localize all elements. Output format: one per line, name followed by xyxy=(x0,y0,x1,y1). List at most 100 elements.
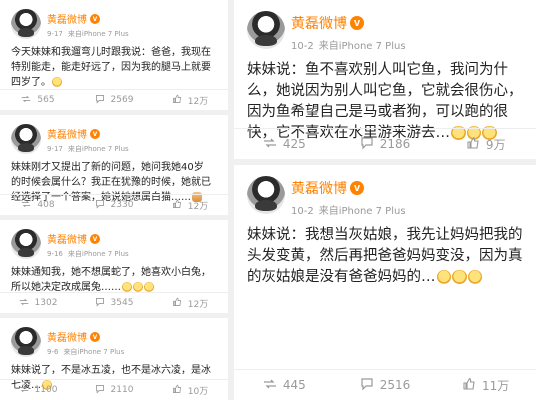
weibo-post[interactable]: 黄磊微博 v 10-2 来自iPhone 7 Plus 妹妹说：鱼不喜欢别人叫它鱼… xyxy=(234,0,536,159)
comment-icon xyxy=(95,199,111,212)
wink-emoji xyxy=(436,269,451,285)
user-name[interactable]: 黄磊微博 v xyxy=(47,231,129,246)
user-name-text[interactable]: 黄磊微博 xyxy=(291,13,347,33)
avatar[interactable] xyxy=(247,176,285,214)
grin-emoji xyxy=(144,282,154,292)
post-header: 黄磊微博 v 10-2 来自iPhone 7 Plus xyxy=(247,176,523,217)
comment-button[interactable]: 2330 xyxy=(76,195,152,215)
like-count: 12万 xyxy=(187,299,209,310)
repost-icon xyxy=(19,297,35,310)
post-date: 10-2 xyxy=(291,206,314,217)
repost-count: 425 xyxy=(282,137,306,151)
user-name[interactable]: 黄磊微博 v xyxy=(291,13,406,33)
grin-emoji xyxy=(133,282,143,292)
repost-icon xyxy=(21,199,37,212)
post-meta: 9-17 来自iPhone 7 Plus xyxy=(47,144,129,154)
comment-count: 2186 xyxy=(379,137,411,151)
user-name[interactable]: 黄磊微博 v xyxy=(47,126,129,141)
like-button[interactable]: 12万 xyxy=(152,293,228,313)
comment-button[interactable]: 3545 xyxy=(76,293,152,313)
post-header: 黄磊微博 v 9-16 来自iPhone 7 Plus xyxy=(11,229,217,259)
post-header: 黄磊微博 v 9-6 来自iPhone 7 Plus xyxy=(11,327,217,357)
avatar[interactable] xyxy=(11,124,41,154)
weibo-post[interactable]: 黄磊微博 v 9-17 来自iPhone 7 Plus 今天妹妹和我遛弯儿时跟我说… xyxy=(0,0,228,110)
repost-button[interactable]: 408 xyxy=(0,195,76,215)
user-name[interactable]: 黄磊微博 v xyxy=(47,11,129,26)
like-button[interactable]: 12万 xyxy=(152,195,228,215)
repost-count: 445 xyxy=(282,378,306,392)
comment-icon xyxy=(360,377,380,394)
post-actions: 1100 2110 10万 xyxy=(0,379,228,400)
repost-button[interactable]: 565 xyxy=(0,90,76,110)
comment-button[interactable]: 2516 xyxy=(335,370,436,400)
like-button[interactable]: 10万 xyxy=(152,380,228,400)
comment-button[interactable]: 2569 xyxy=(76,90,152,110)
weibo-post[interactable]: 黄磊微博 v 9-16 来自iPhone 7 Plus 妹妹通知我，她不想属蛇了，… xyxy=(0,220,228,313)
post-date: 9-16 xyxy=(47,250,63,258)
repost-button[interactable]: 425 xyxy=(234,129,335,159)
repost-button[interactable]: 445 xyxy=(234,370,335,400)
user-name-text[interactable]: 黄磊微博 xyxy=(47,329,87,344)
post-meta: 9-17 来自iPhone 7 Plus xyxy=(47,29,129,39)
post-source: 来自iPhone 7 Plus xyxy=(318,41,406,52)
like-count: 11万 xyxy=(482,378,510,393)
repost-icon xyxy=(19,384,35,397)
like-icon xyxy=(172,384,188,397)
like-icon xyxy=(462,377,482,394)
verified-icon: v xyxy=(90,128,100,139)
user-name-text[interactable]: 黄磊微博 xyxy=(47,126,87,141)
post-actions: 408 2330 12万 xyxy=(0,194,228,215)
user-name[interactable]: 黄磊微博 v xyxy=(291,178,406,198)
weibo-post[interactable]: 黄磊微博 v 9-6 来自iPhone 7 Plus 妹妹说了，不是冰五凌，也不是… xyxy=(0,318,228,400)
repost-icon xyxy=(263,377,283,394)
user-name-text[interactable]: 黄磊微博 xyxy=(291,178,347,198)
repost-button[interactable]: 1100 xyxy=(0,380,76,400)
wink-emoji xyxy=(467,269,482,285)
repost-count: 1302 xyxy=(34,298,58,308)
like-count: 12万 xyxy=(187,96,209,107)
weibo-post[interactable]: 黄磊微博 v 9-17 来自iPhone 7 Plus 妹妹刚才又提出了新的问题，… xyxy=(0,115,228,215)
post-text: 今天妹妹和我遛弯儿时跟我说：爸爸，我现在特别能走，能走好远了，因为我的腿马上就要… xyxy=(11,45,211,90)
like-count: 12万 xyxy=(187,201,209,212)
user-name-text[interactable]: 黄磊微博 xyxy=(47,231,87,246)
post-date: 9-17 xyxy=(47,30,63,38)
repost-count: 1100 xyxy=(34,385,58,395)
post-source: 来自iPhone 7 Plus xyxy=(67,145,129,153)
like-icon xyxy=(172,199,188,212)
like-count: 10万 xyxy=(187,386,209,397)
like-button[interactable]: 9万 xyxy=(435,129,536,159)
verified-icon: v xyxy=(90,233,100,244)
comment-count: 2516 xyxy=(379,378,411,392)
post-actions: 425 2186 9万 xyxy=(234,128,536,159)
repost-icon xyxy=(21,94,37,107)
post-header: 黄磊微博 v 9-17 来自iPhone 7 Plus xyxy=(11,124,217,154)
comment-button[interactable]: 2186 xyxy=(335,129,436,159)
post-date: 10-2 xyxy=(291,41,314,52)
repost-button[interactable]: 1302 xyxy=(0,293,76,313)
avatar[interactable] xyxy=(11,327,41,357)
like-button[interactable]: 11万 xyxy=(435,370,536,400)
avatar[interactable] xyxy=(247,11,285,49)
post-text-content: 今天妹妹和我遛弯儿时跟我说：爸爸，我现在特别能走，能走好远了，因为我的腿马上就要… xyxy=(11,47,211,88)
comment-count: 2569 xyxy=(110,95,134,105)
post-header: 黄磊微博 v 10-2 来自iPhone 7 Plus xyxy=(247,11,523,52)
avatar[interactable] xyxy=(11,9,41,39)
verified-icon: v xyxy=(90,331,100,342)
comment-count: 3545 xyxy=(110,298,134,308)
post-text: 妹妹通知我，她不想属蛇了，她喜欢小白兔，所以她决定改成属兔…… xyxy=(11,265,211,295)
comment-icon xyxy=(95,94,111,107)
post-source: 来自iPhone 7 Plus xyxy=(318,206,406,217)
comment-button[interactable]: 2110 xyxy=(76,380,152,400)
post-source: 来自iPhone 7 Plus xyxy=(67,30,129,38)
post-actions: 1302 3545 12万 xyxy=(0,292,228,313)
avatar[interactable] xyxy=(11,229,41,259)
post-meta: 10-2 来自iPhone 7 Plus xyxy=(291,37,406,52)
comment-count: 2330 xyxy=(110,200,134,210)
user-name-text[interactable]: 黄磊微博 xyxy=(47,11,87,26)
comment-icon xyxy=(95,384,111,397)
user-name[interactable]: 黄磊微博 v xyxy=(47,329,124,344)
verified-icon: v xyxy=(350,181,364,195)
weibo-post[interactable]: 黄磊微博 v 10-2 来自iPhone 7 Plus 妹妹说：我想当灰姑娘，我先… xyxy=(234,165,536,400)
post-actions: 565 2569 12万 xyxy=(0,89,228,110)
like-button[interactable]: 12万 xyxy=(152,90,228,110)
